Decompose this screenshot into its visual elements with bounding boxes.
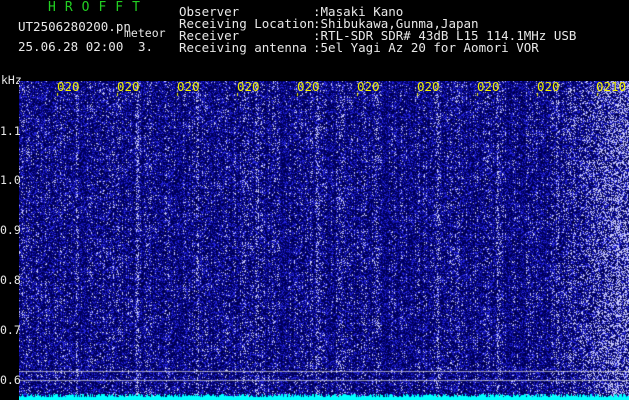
x-tick-label: 020	[57, 79, 80, 94]
y-tick-label: 0.8	[0, 273, 21, 287]
file-name: UT2506280200.pn	[18, 19, 131, 34]
y-tick-label: 1.1	[0, 124, 21, 138]
x-tick-label: 020	[537, 79, 560, 94]
y-tick-label: 1.0	[0, 173, 21, 187]
meteor-count: 3.	[138, 39, 154, 54]
x-tick-label: 020	[357, 79, 380, 94]
meta-key-antenna: Receiving antenna	[179, 40, 307, 55]
x-tick-label: 020	[477, 79, 500, 94]
x-tick-label: 020	[117, 79, 140, 94]
date-time: 25.06.28 02:00	[18, 39, 124, 54]
spectrogram-canvas	[19, 81, 629, 400]
y-tick-label: 0.6	[0, 373, 21, 387]
app-title: HROFFT	[48, 0, 149, 15]
x-tick-label: 020	[177, 79, 200, 94]
x-tick-label: 020	[417, 79, 440, 94]
y-tick-label: 0.7	[0, 323, 21, 337]
x-tick-label: 020	[237, 79, 260, 94]
x-tick-label: 0210	[596, 79, 627, 94]
meta-value-antenna: :5el Yagi Az 20 for Aomori VOR	[313, 40, 539, 55]
y-tick-label: 0.9	[0, 223, 21, 237]
x-tick-label: 020	[297, 79, 320, 94]
